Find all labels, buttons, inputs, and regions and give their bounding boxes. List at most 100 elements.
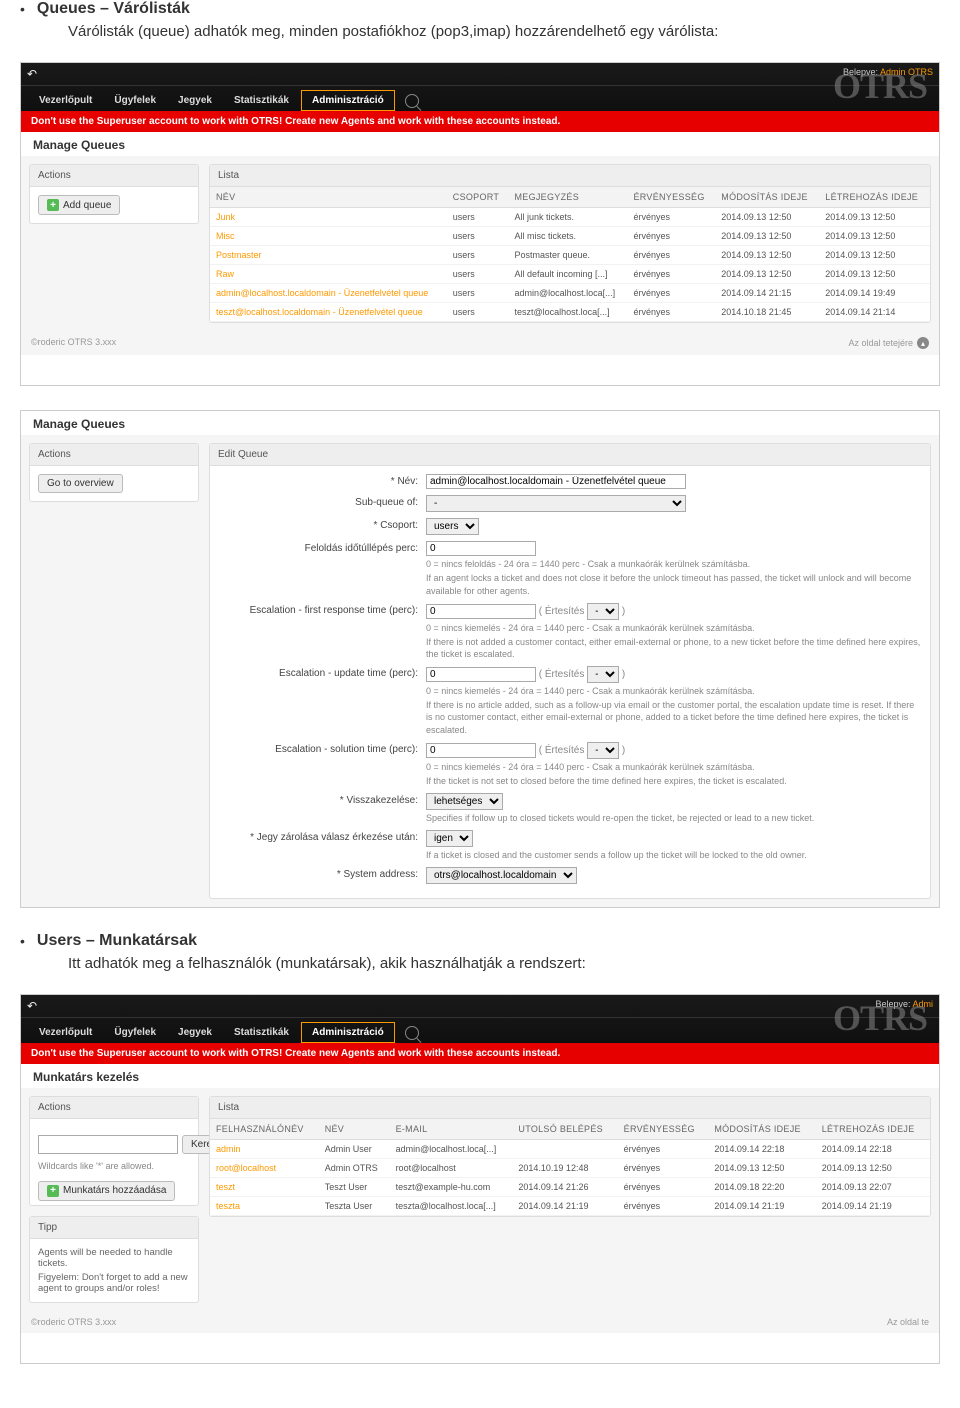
screenshot-queue-edit: Manage Queues Actions Go to overview Edi… [20,410,940,908]
table-row[interactable]: tesztaTeszta Userteszta@localhost.loca[.… [210,1197,930,1216]
subqueue-select[interactable]: - [426,495,686,512]
search-input[interactable] [38,1135,178,1154]
col-name[interactable]: NÉV [319,1119,390,1140]
notify-solution-select[interactable]: - [587,742,619,759]
chevron-up-icon: ▴ [917,337,929,349]
search-icon[interactable] [405,94,419,108]
table-row[interactable]: JunkusersAll junk tickets.érvényes2014.0… [210,208,930,227]
label-group: Csoport: [218,518,418,531]
col-last[interactable]: UTOLSÓ BELÉPÉS [512,1119,617,1140]
table-row[interactable]: root@localhostAdmin OTRSroot@localhost20… [210,1159,930,1178]
otrs-logo: OTRS [833,65,927,107]
table-row[interactable]: admin@localhost.localdomain - Üzenetfelv… [210,284,930,303]
esc-first-input[interactable] [426,604,536,619]
table-row[interactable]: PostmasterusersPostmaster queue.érvényes… [210,246,930,265]
unlock-input[interactable] [426,541,536,556]
tab-admin[interactable]: Adminisztráció [301,1022,395,1043]
col-changed[interactable]: MÓDOSÍTÁS IDEJE [708,1119,815,1140]
hint-esc1b: 0 = nincs kiemelés - 24 óra = 1440 perc … [426,685,922,697]
label-esc-first: Escalation - first response time (perc): [218,603,418,616]
bullet-dot: • [20,932,25,950]
to-top[interactable]: Az oldal tetejére ▴ [848,337,929,349]
notify-first-select[interactable]: - [587,603,619,620]
screenshot-users-list: ↶ Belepve: Admi OTRS Vezerlőpult Ügyfele… [20,994,940,1363]
add-queue-button[interactable]: + Add queue [38,195,120,215]
table-row[interactable]: tesztTeszt Userteszt@example-hu.com2014.… [210,1178,930,1197]
hint-first2: If there is not added a customer contact… [426,636,922,660]
plus-icon: + [47,199,59,211]
tab-customers[interactable]: Ügyfelek [104,91,166,110]
col-email[interactable]: E-MAIL [390,1119,513,1140]
tab-admin[interactable]: Adminisztráció [301,90,395,111]
label-esc-solution: Escalation - solution time (perc): [218,742,418,755]
group-select[interactable]: users [426,518,479,535]
queue-name[interactable]: Misc [210,227,447,246]
actions-header: Actions [30,1097,198,1119]
col-created[interactable]: LÉTREHOZÁS IDEJE [819,187,930,208]
col-created[interactable]: LÉTREHOZÁS IDEJE [816,1119,930,1140]
page-title: Manage Queues [21,132,939,156]
esc-solution-input[interactable] [426,743,536,758]
section-desc-queues: Várólisták (queue) adhatók meg, minden p… [68,22,940,42]
edit-queue-header: Edit Queue [210,444,930,466]
user-name[interactable]: root@localhost [210,1159,319,1178]
search-icon[interactable] [405,1026,419,1040]
table-row[interactable]: MiscusersAll misc tickets.érvényes2014.0… [210,227,930,246]
queue-name[interactable]: Postmaster [210,246,447,265]
sysaddr-select[interactable]: otrs@localhost.localdomain [426,867,577,884]
tab-tickets[interactable]: Jegyek [168,1023,222,1042]
to-top[interactable]: Az oldal te [887,1317,929,1327]
col-name[interactable]: NÉV [210,187,447,208]
col-user[interactable]: FELHASZNÁLÓNÉV [210,1119,319,1140]
esc-update-input[interactable] [426,667,536,682]
queue-name[interactable]: admin@localhost.localdomain - Üzenetfelv… [210,284,447,303]
hint-unlock1: 0 = nincs feloldás - 24 óra = 1440 perc … [426,558,922,570]
col-comment[interactable]: MEGJEGYZÉS [508,187,627,208]
user-name[interactable]: teszta [210,1197,319,1216]
col-valid[interactable]: ÉRVÉNYESSÉG [618,1119,709,1140]
hint-update2: If there is no article added, such as a … [426,699,922,735]
table-row[interactable]: RawusersAll default incoming [...]érvény… [210,265,930,284]
reopen-select[interactable]: lehetséges [426,793,503,810]
actions-header: Actions [30,444,198,466]
queue-name[interactable]: teszt@localhost.localdomain - Üzenetfelv… [210,303,447,322]
tip-line2: Figyelem: Don't forget to add a new agen… [38,1272,190,1294]
powered-by: ©roderic OTRS 3.xxx [31,1317,116,1327]
add-agent-button[interactable]: + Munkatárs hozzáadása [38,1181,175,1201]
label-reopen: Visszakezelése: [218,793,418,806]
lockafter-select[interactable]: igen [426,830,473,847]
section-desc-users: Itt adhatók meg a felhasználók (munkatár… [68,954,940,974]
tip-header: Tipp [30,1217,198,1239]
table-row[interactable]: adminAdmin Useradmin@localhost.loca[...]… [210,1140,930,1159]
hint-esc1c: 0 = nincs kiemelés - 24 óra = 1440 perc … [426,761,922,773]
tab-stats[interactable]: Statisztikák [224,91,299,110]
user-name[interactable]: teszt [210,1178,319,1197]
page-title: Manage Queues [21,411,939,435]
queue-name[interactable]: Junk [210,208,447,227]
plus-icon: + [47,1185,59,1197]
label-sysaddr: System address: [218,867,418,880]
tab-customers[interactable]: Ügyfelek [104,1023,166,1042]
col-group[interactable]: CSOPORT [447,187,509,208]
tab-tickets[interactable]: Jegyek [168,91,222,110]
tab-stats[interactable]: Statisztikák [224,1023,299,1042]
search-hint: Wildcards like '*' are allowed. [38,1160,190,1172]
col-valid[interactable]: ÉRVÉNYESSÉG [627,187,715,208]
user-name[interactable]: admin [210,1140,319,1159]
list-header: Lista [210,1097,930,1119]
back-icon[interactable]: ↶ [27,999,37,1013]
table-row[interactable]: teszt@localhost.localdomain - Üzenetfelv… [210,303,930,322]
queue-name[interactable]: Raw [210,265,447,284]
superuser-warning: Don't use the Superuser account to work … [21,111,939,132]
hint-lockafter: If a ticket is closed and the customer s… [426,849,922,861]
label-subqueue: Sub-queue of: [218,495,418,508]
notify-update-select[interactable]: - [587,666,619,683]
tab-dashboard[interactable]: Vezerlőpult [29,1023,102,1042]
list-header: Lista [210,165,930,187]
back-icon[interactable]: ↶ [27,67,37,81]
powered-by: ©roderic OTRS 3.xxx [31,337,116,349]
tab-dashboard[interactable]: Vezerlőpult [29,91,102,110]
name-input[interactable] [426,474,686,489]
go-to-overview-button[interactable]: Go to overview [38,474,123,493]
col-changed[interactable]: MÓDOSÍTÁS IDEJE [715,187,819,208]
